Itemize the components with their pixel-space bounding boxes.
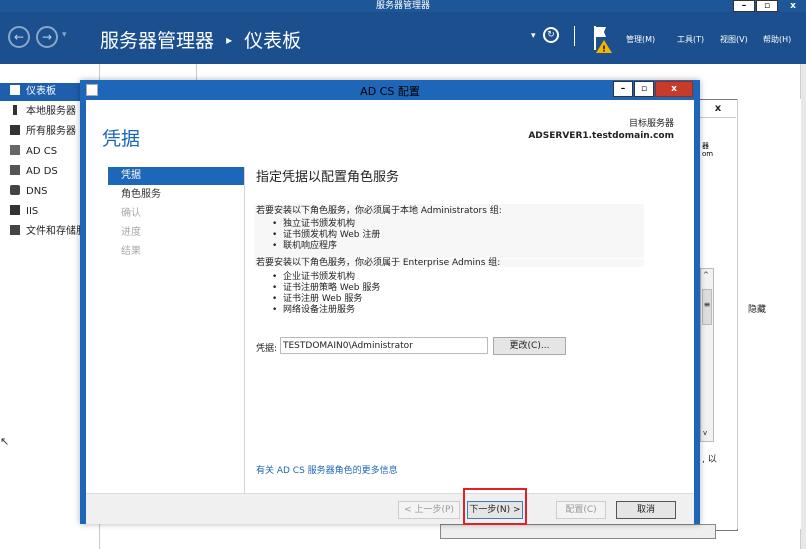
- previous-button[interactable]: < 上一步(P): [398, 501, 460, 519]
- sidebar-item-dashboard[interactable]: 仪表板: [0, 83, 80, 101]
- local-admin-text: 若要安装以下角色服务，你必须属于本地 Administrators 组:: [256, 206, 502, 216]
- scroll-down-icon[interactable]: v: [703, 429, 707, 437]
- dialog-maximize-button[interactable]: ▫: [634, 81, 654, 97]
- forward-arrow-icon[interactable]: →: [36, 26, 58, 48]
- sidebar-item-dns[interactable]: DNS: [0, 183, 80, 201]
- list-item: • 证书注册 Web 服务: [272, 294, 363, 304]
- background-panel: [737, 99, 801, 529]
- scroll-thumb[interactable]: ≡: [702, 289, 712, 325]
- next-button[interactable]: 下一步(N) >: [467, 501, 523, 519]
- adds-icon: [10, 165, 20, 175]
- list-item: • 联机响应程序: [272, 241, 338, 251]
- configure-button[interactable]: 配置(C): [556, 501, 606, 519]
- history-dropdown-icon[interactable]: ▾: [62, 30, 67, 40]
- credential-label: 凭据:: [256, 344, 278, 354]
- minimize-button[interactable]: –: [733, 0, 755, 12]
- section-title: 指定凭据以配置角色服务: [256, 170, 400, 185]
- content-top: [80, 64, 806, 80]
- back-arrow-icon[interactable]: ←: [8, 26, 30, 48]
- adcs-icon: [10, 145, 20, 155]
- breadcrumb-page: 仪表板: [244, 30, 302, 52]
- list-item: • 网络设备注册服务: [272, 305, 356, 315]
- dialog-heading: 凭据: [102, 128, 141, 150]
- more-info-link[interactable]: 有关 AD CS 服务器角色的更多信息: [256, 463, 398, 476]
- list-item: • 独立证书颁发机构: [272, 219, 356, 229]
- breadcrumb: 服务器管理器 ▸ 仪表板: [100, 26, 301, 53]
- sidebar-item-all-servers[interactable]: 所有服务器: [0, 123, 80, 141]
- breadcrumb-separator-icon: ▸: [226, 33, 233, 47]
- sidebar-item-local-server[interactable]: 本地服务器: [0, 103, 80, 121]
- step-confirmation: 确认: [121, 208, 141, 219]
- menu-view[interactable]: 视图(V): [720, 34, 748, 45]
- dialog-body: 凭据 目标服务器 ADSERVER1.testdomain.com 凭据 角色服…: [86, 100, 694, 518]
- background-scrollbar[interactable]: ^ ≡ v: [700, 268, 714, 442]
- maximize-button[interactable]: ▫: [756, 0, 778, 12]
- servers-icon: [10, 125, 20, 135]
- cancel-button[interactable]: 取消: [616, 501, 676, 519]
- scroll-up-icon[interactable]: ^: [703, 271, 709, 279]
- list-item: • 证书颁发机构 Web 注册: [272, 230, 381, 240]
- dialog-footer: < 上一步(P) 下一步(N) > 配置(C) 取消: [86, 488, 694, 525]
- target-server-label: 目标服务器: [628, 119, 674, 129]
- sidebar-item-adcs[interactable]: AD CS: [0, 143, 80, 161]
- divider: [574, 26, 575, 46]
- dns-icon: [10, 185, 20, 195]
- svg-text:!: !: [602, 45, 606, 54]
- dialog-close-button[interactable]: x: [655, 81, 693, 97]
- menu-help[interactable]: 帮助(H): [763, 34, 791, 45]
- background-hide-label[interactable]: 隐藏: [748, 302, 766, 315]
- notifications-flag-icon[interactable]: !: [592, 24, 614, 54]
- dialog-minimize-button[interactable]: –: [613, 81, 633, 97]
- close-button[interactable]: x: [780, 0, 806, 12]
- dashboard-icon: [10, 85, 20, 95]
- refresh-icon[interactable]: ↻: [543, 27, 559, 43]
- background-button-row: [440, 524, 716, 539]
- steps-divider: [244, 167, 245, 493]
- sidebar-item-adds[interactable]: AD DS: [0, 163, 80, 181]
- content-border: [196, 64, 197, 80]
- change-credentials-button[interactable]: 更改(C)...: [493, 337, 566, 355]
- enterprise-text: 若要安装以下角色服务，你必须属于 Enterprise Admins 组:: [256, 258, 501, 268]
- credential-field[interactable]: [280, 337, 488, 354]
- step-credentials[interactable]: 凭据: [108, 167, 244, 185]
- background-dialog-close-button[interactable]: x: [700, 100, 736, 118]
- background-text-fragment: , 以: [702, 455, 717, 465]
- breadcrumb-root: 服务器管理器: [100, 30, 215, 52]
- server-manager-titlebar: 服务器管理器 – ▫ x: [0, 0, 806, 12]
- background-target-fragment: 器 om: [702, 142, 714, 158]
- mouse-cursor-icon: ↖: [0, 435, 10, 448]
- sidebar-item-iis[interactable]: IIS: [0, 203, 80, 221]
- step-results: 结果: [121, 246, 141, 257]
- list-item: • 企业证书颁发机构: [272, 272, 356, 282]
- server-manager-sidebar: 仪表板 本地服务器 所有服务器 AD CS AD DS DNS IIS 文件和存…: [0, 80, 80, 549]
- menu-manage[interactable]: 管理(M): [626, 34, 655, 45]
- list-item: • 证书注册策略 Web 服务: [272, 283, 381, 293]
- adcs-config-dialog: AD CS 配置 – ▫ x 凭据 目标服务器 ADSERVER1.testdo…: [80, 80, 700, 525]
- menu-tools[interactable]: 工具(T): [677, 34, 704, 45]
- server-manager-header: ← → ▾ 服务器管理器 ▸ 仪表板 ▾ ↻ ! 管理(M) 工具(T) 视图(…: [0, 12, 806, 64]
- step-progress: 进度: [121, 227, 141, 238]
- target-server-name: ADSERVER1.testdomain.com: [528, 131, 674, 141]
- server-icon: [13, 105, 17, 115]
- window-title: 服务器管理器: [375, 1, 430, 11]
- step-role-services[interactable]: 角色服务: [108, 186, 244, 204]
- refresh-dropdown-icon[interactable]: ▾: [531, 31, 536, 41]
- sidebar-item-file-storage[interactable]: 文件和存储服务: [0, 223, 80, 241]
- file-storage-icon: [10, 225, 20, 235]
- dialog-title: AD CS 配置: [360, 85, 420, 98]
- iis-icon: [10, 205, 20, 215]
